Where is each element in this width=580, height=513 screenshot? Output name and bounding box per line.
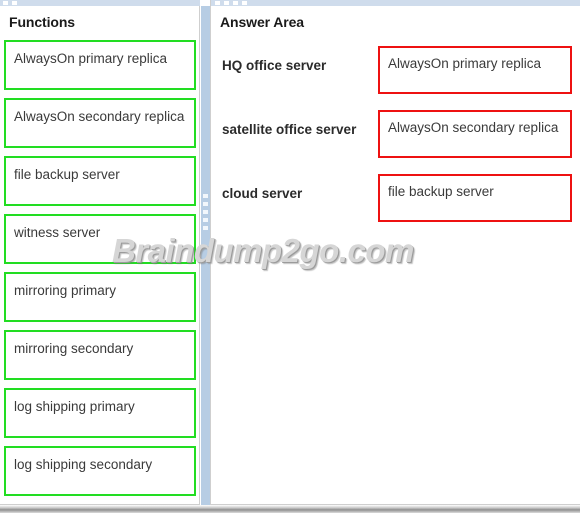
function-item-mirroring-secondary[interactable]: mirroring secondary [4, 330, 196, 380]
answer-rows: HQ office server AlwaysOn primary replic… [211, 42, 580, 234]
answer-panel-top-band [211, 0, 580, 6]
grip-dot [242, 1, 247, 5]
grip-dot [233, 1, 238, 5]
function-item-label: file backup server [14, 167, 120, 182]
answer-row-satellite-office-server: satellite office server AlwaysOn seconda… [211, 106, 580, 170]
function-item-label: log shipping secondary [14, 457, 153, 472]
grip-dot [203, 210, 208, 214]
function-item-label: mirroring secondary [14, 341, 134, 356]
answer-area-panel: Answer Area HQ office server AlwaysOn pr… [210, 0, 580, 505]
answer-row-hq-office-server: HQ office server AlwaysOn primary replic… [211, 42, 580, 106]
answer-value: AlwaysOn primary replica [388, 56, 542, 71]
functions-list: AlwaysOn primary replica AlwaysOn second… [4, 40, 196, 504]
grip-dot [12, 1, 17, 5]
grip-dot [224, 1, 229, 5]
grip-dot [203, 218, 208, 222]
functions-panel-top-band [0, 0, 200, 6]
answer-grip-dots [215, 1, 247, 5]
function-item-alwayson-primary-replica[interactable]: AlwaysOn primary replica [4, 40, 196, 90]
screenshot-root: Functions AlwaysOn primary replica Alway… [0, 0, 580, 513]
function-item-file-backup-server[interactable]: file backup server [4, 156, 196, 206]
functions-grip-dots [0, 1, 17, 5]
functions-heading: Functions [9, 14, 75, 30]
answer-drop-target-cloud-server[interactable]: file backup server [378, 174, 572, 222]
answer-row-cloud-server: cloud server file backup server [211, 170, 580, 234]
function-item-label: witness server [14, 225, 101, 240]
answer-row-label: cloud server [222, 186, 303, 201]
function-item-log-shipping-secondary[interactable]: log shipping secondary [4, 446, 196, 496]
answer-row-label: satellite office server [222, 122, 357, 137]
function-item-witness-server[interactable]: witness server [4, 214, 196, 264]
answer-drop-target-hq-office-server[interactable]: AlwaysOn primary replica [378, 46, 572, 94]
splitter-grip-icon [203, 194, 208, 234]
grip-dot [203, 226, 208, 230]
answer-area-heading: Answer Area [220, 14, 304, 30]
answer-value: file backup server [388, 184, 494, 199]
grip-dot [203, 194, 208, 198]
grip-dot [215, 1, 220, 5]
answer-row-label: HQ office server [222, 58, 327, 73]
function-item-mirroring-primary[interactable]: mirroring primary [4, 272, 196, 322]
function-item-label: AlwaysOn primary replica [14, 51, 168, 66]
panel-splitter[interactable] [201, 6, 210, 505]
grip-dot [3, 1, 8, 5]
answer-drop-target-satellite-office-server[interactable]: AlwaysOn secondary replica [378, 110, 572, 158]
grip-dot [203, 202, 208, 206]
answer-value: AlwaysOn secondary replica [388, 120, 559, 135]
function-item-log-shipping-primary[interactable]: log shipping primary [4, 388, 196, 438]
function-item-label: AlwaysOn secondary replica [14, 109, 185, 124]
function-item-label: mirroring primary [14, 283, 117, 298]
window-bottom-edge [0, 505, 580, 513]
function-item-alwayson-secondary-replica[interactable]: AlwaysOn secondary replica [4, 98, 196, 148]
functions-panel: Functions AlwaysOn primary replica Alway… [0, 0, 200, 505]
window-frame: Functions AlwaysOn primary replica Alway… [0, 0, 580, 513]
function-item-label: log shipping primary [14, 399, 135, 414]
